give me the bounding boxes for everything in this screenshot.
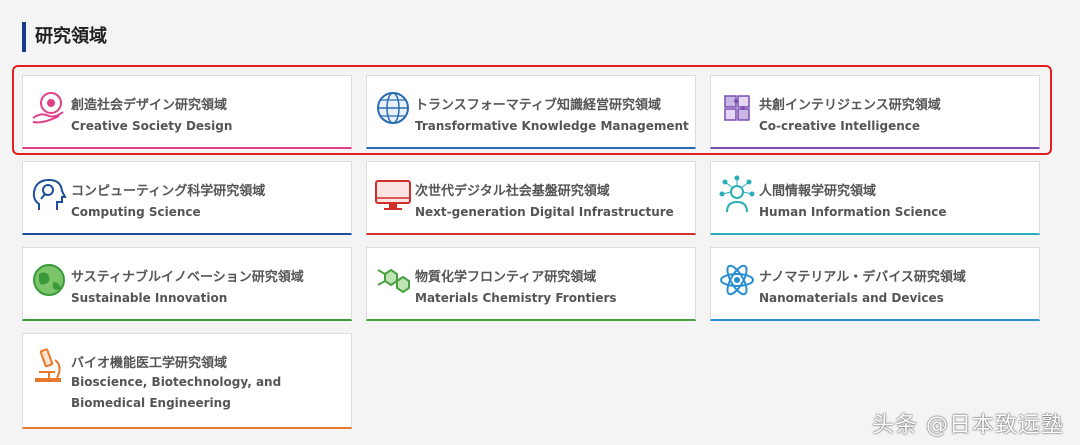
card-title-ja: ナノマテリアル・デバイス研究領域	[759, 270, 966, 285]
card-title-en: Creative Society Design	[71, 119, 233, 133]
network-person-icon	[717, 174, 757, 214]
research-card-bioscience-biotechnology-biomedical-engineering[interactable]: バイオ機能医工学研究領域 Bioscience, Biotechnology, …	[22, 333, 352, 429]
card-title-ja: 物質化学フロンティア研究領域	[415, 270, 597, 285]
puzzle-icon	[717, 88, 757, 128]
card-title-en: Computing Science	[71, 205, 201, 219]
research-card-computing-science[interactable]: コンピューティング科学研究領域 Computing Science	[22, 161, 352, 235]
research-card-nanomaterials-and-devices[interactable]: ナノマテリアル・デバイス研究領域 Nanomaterials and Devic…	[710, 247, 1040, 321]
hand-heart-icon	[29, 88, 69, 128]
card-title-en: Sustainable Innovation	[71, 291, 228, 305]
card-title-en: Nanomaterials and Devices	[759, 291, 944, 305]
research-card-next-generation-digital-infrastructure[interactable]: 次世代デジタル社会基盤研究領域 Next-generation Digital …	[366, 161, 696, 235]
globe-icon	[373, 88, 413, 128]
research-card-co-creative-intelligence[interactable]: 共創インテリジェンス研究領域 Co-creative Intelligence	[710, 75, 1040, 149]
research-card-materials-chemistry-frontiers[interactable]: 物質化学フロンティア研究領域 Materials Chemistry Front…	[366, 247, 696, 321]
monitor-icon	[373, 174, 413, 214]
molecule-icon	[373, 260, 413, 300]
card-title-en: Next-generation Digital Infrastructure	[415, 205, 674, 219]
card-title-ja: バイオ機能医工学研究領域	[71, 356, 228, 371]
card-title-en: Transformative Knowledge Management	[415, 119, 689, 133]
research-card-creative-society-design[interactable]: 創造社会デザイン研究領域 Creative Society Design	[22, 75, 352, 149]
card-title-en: Human Information Science	[759, 205, 947, 219]
microscope-icon	[29, 346, 69, 386]
research-card-human-information-science[interactable]: 人間情報学研究領域 Human Information Science	[710, 161, 1040, 235]
card-title-en: Bioscience, Biotechnology, and Biomedica…	[71, 375, 282, 410]
eco-globe-icon	[29, 260, 69, 300]
card-title-en: Co-creative Intelligence	[759, 119, 921, 133]
section-title: 研究領域	[22, 22, 107, 52]
card-title-ja: コンピューティング科学研究領域	[71, 184, 266, 199]
card-title-ja: トランスフォーマティブ知識経営研究領域	[415, 98, 661, 113]
atom-icon	[717, 260, 757, 300]
card-title-ja: 人間情報学研究領域	[759, 184, 877, 199]
card-title-ja: サスティナブルイノベーション研究領域	[71, 270, 304, 285]
head-magnifier-icon	[29, 174, 69, 214]
card-title-en: Materials Chemistry Frontiers	[415, 291, 617, 305]
research-card-sustainable-innovation[interactable]: サスティナブルイノベーション研究領域 Sustainable Innovatio…	[22, 247, 352, 321]
research-card-transformative-knowledge-management[interactable]: トランスフォーマティブ知識経営研究領域 Transformative Knowl…	[366, 75, 696, 149]
watermark-text: 头条 @日本致远塾	[872, 413, 1064, 438]
card-title-ja: 次世代デジタル社会基盤研究領域	[415, 184, 610, 199]
card-title-ja: 共創インテリジェンス研究領域	[759, 98, 941, 113]
card-title-ja: 創造社会デザイン研究領域	[71, 98, 228, 113]
